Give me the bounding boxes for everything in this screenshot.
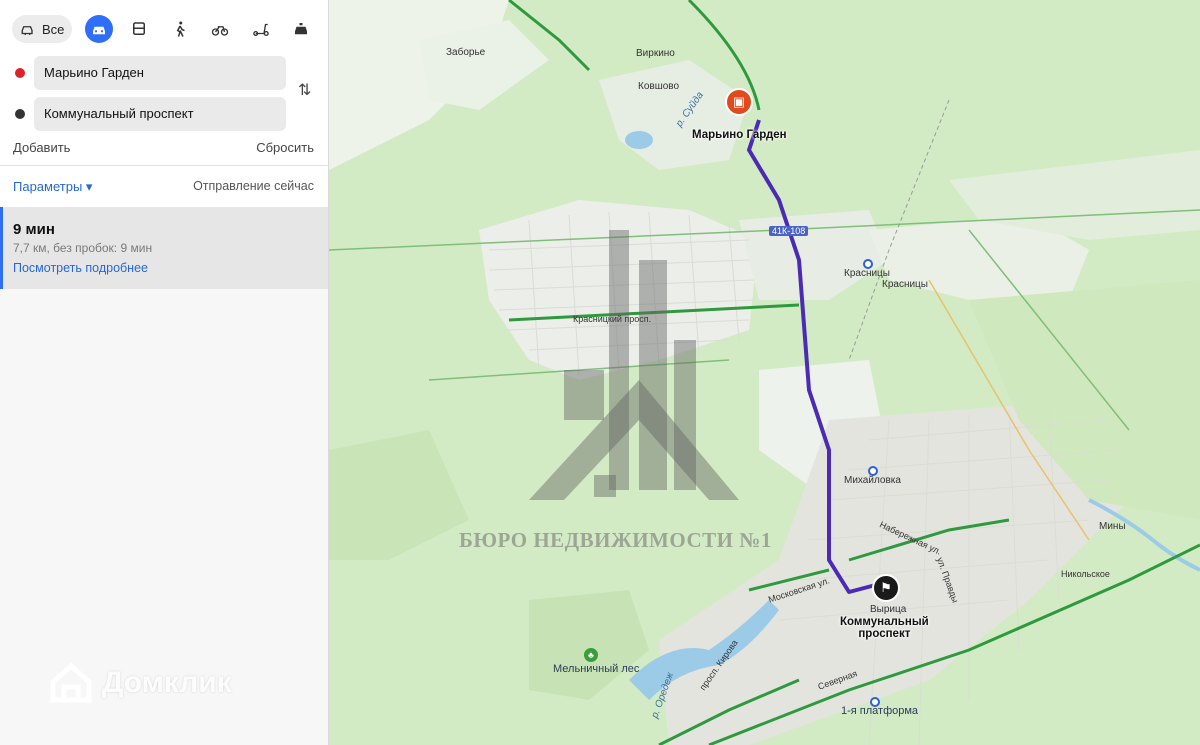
divider bbox=[0, 165, 328, 166]
swap-icon[interactable]: ⇅ bbox=[298, 80, 311, 100]
transport-modes: Все bbox=[0, 0, 328, 58]
station-marker-icon bbox=[870, 697, 880, 707]
mode-taxi-button[interactable] bbox=[287, 15, 315, 43]
start-label: Марьино Гарден bbox=[692, 129, 787, 141]
place-label: Мины bbox=[1099, 521, 1126, 532]
to-field[interactable]: Коммунальный проспект bbox=[34, 97, 286, 131]
street-label: Красницкий просп. bbox=[573, 314, 652, 324]
parameters-dropdown[interactable]: Параметры ▾ bbox=[13, 179, 92, 195]
route-option[interactable]: 9 мин 7,7 км, без пробок: 9 мин Посмотре… bbox=[0, 207, 328, 289]
place-label: Виркино bbox=[636, 48, 675, 59]
mode-bus-button[interactable] bbox=[125, 15, 153, 43]
route-panel: Все Марьино Гарден Коммунальный проспект… bbox=[0, 0, 329, 745]
station-label: 1-я платформа bbox=[841, 705, 919, 717]
route-time: 9 мин bbox=[13, 221, 55, 238]
mode-walk-button[interactable] bbox=[166, 15, 194, 43]
station-marker-icon bbox=[868, 466, 878, 476]
place-label: Красницы bbox=[844, 268, 890, 279]
car-icon bbox=[93, 26, 105, 35]
bicycle-icon bbox=[211, 26, 229, 36]
station-marker-icon bbox=[863, 259, 873, 269]
house-icon bbox=[50, 662, 92, 703]
park-label: Мельничный лес bbox=[553, 663, 640, 675]
park-icon: ♣ bbox=[584, 648, 598, 662]
mode-car-button[interactable] bbox=[85, 15, 113, 43]
mode-scooter-button[interactable] bbox=[247, 15, 275, 43]
start-pin-icon[interactable]: ▣ bbox=[725, 88, 753, 116]
scooter-icon bbox=[253, 23, 269, 37]
add-point-link[interactable]: Добавить bbox=[13, 140, 70, 155]
agency-watermark bbox=[529, 230, 739, 500]
reset-link[interactable]: Сбросить bbox=[256, 140, 314, 155]
mode-bike-button[interactable] bbox=[206, 15, 234, 43]
from-field[interactable]: Марьино Гарден bbox=[34, 56, 286, 90]
taxi-icon bbox=[295, 23, 307, 35]
bus-icon bbox=[133, 22, 145, 35]
road-number-badge: 41К-108 bbox=[769, 226, 809, 236]
place-label: Заборье bbox=[446, 47, 486, 58]
mode-all-button[interactable]: Все bbox=[12, 15, 72, 43]
place-label: Михайловка bbox=[844, 475, 901, 486]
departure-time[interactable]: Отправление сейчас bbox=[193, 179, 314, 193]
end-point-dot bbox=[15, 109, 25, 119]
end-pin-icon[interactable]: ⚑ bbox=[872, 574, 900, 602]
start-point-dot bbox=[15, 68, 25, 78]
mode-all-label: Все bbox=[42, 21, 65, 37]
place-label: Красницы bbox=[882, 279, 928, 290]
domclick-logo: Домклик bbox=[48, 660, 232, 706]
pedestrian-icon bbox=[176, 21, 185, 37]
route-details: 7,7 км, без пробок: 9 мин bbox=[13, 241, 153, 255]
end-label: Коммунальный проспект bbox=[840, 616, 929, 640]
map-view[interactable]: БЮРО НЕДВИЖИМОСТИ №1 Заборье Виркино Ков… bbox=[329, 0, 1200, 745]
cars-icon bbox=[21, 26, 33, 35]
watermark-text: БЮРО НЕДВИЖИМОСТИ №1 bbox=[459, 528, 772, 552]
place-label: Никольское bbox=[1061, 569, 1110, 579]
brand-name: Домклик bbox=[102, 666, 232, 699]
panel-top: Все Марьино Гарден Коммунальный проспект… bbox=[0, 0, 328, 207]
route-more-link[interactable]: Посмотреть подробнее bbox=[13, 261, 148, 275]
place-label: Вырица bbox=[870, 604, 907, 615]
place-label: Ковшово bbox=[638, 81, 680, 92]
